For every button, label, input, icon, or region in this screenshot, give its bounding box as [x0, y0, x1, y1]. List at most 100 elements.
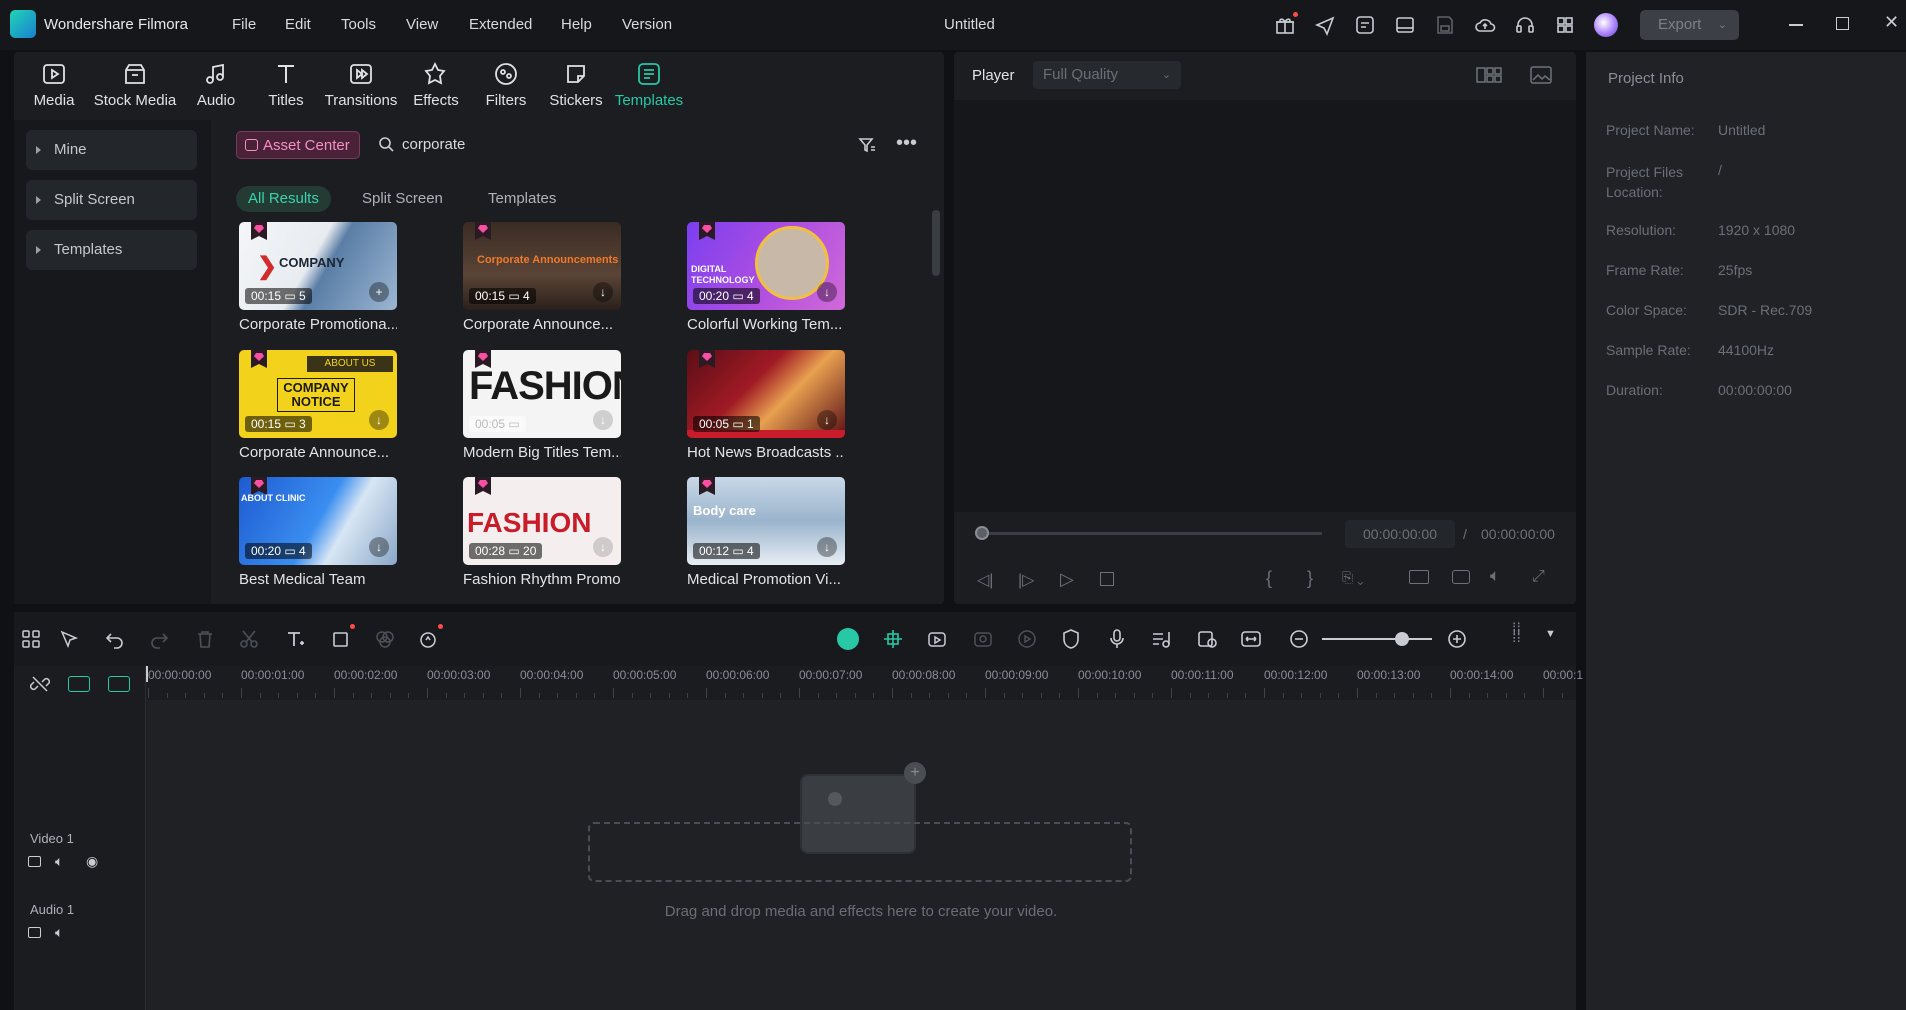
- lock-icon[interactable]: [28, 927, 41, 938]
- speed-icon[interactable]: [1016, 628, 1038, 650]
- color-icon[interactable]: [374, 628, 396, 650]
- tab-stock-media[interactable]: Stock Media: [93, 60, 177, 116]
- track-manager-icon[interactable]: [108, 676, 130, 692]
- download-icon[interactable]: ↓: [369, 537, 389, 557]
- send-icon[interactable]: [1314, 14, 1336, 36]
- asset-center-button[interactable]: Asset Center: [236, 131, 360, 159]
- template-card[interactable]: Body care 00:12 ▭ 4 ↓ Medical Promotion …: [687, 477, 845, 588]
- speaker-icon[interactable]: 🔈︎: [55, 853, 63, 870]
- tab-templates[interactable]: Templates: [612, 60, 686, 116]
- filter-icon[interactable]: [858, 136, 876, 154]
- menu-file[interactable]: File: [232, 16, 256, 33]
- scrollbar[interactable]: [932, 210, 940, 276]
- download-icon[interactable]: ↓: [593, 410, 613, 430]
- layout-grid-icon[interactable]: [20, 628, 42, 650]
- sidebar-item-split-screen[interactable]: Split Screen: [26, 180, 197, 220]
- snapshot-icon[interactable]: [1452, 570, 1470, 584]
- crop-icon[interactable]: [330, 628, 352, 650]
- sidebar-item-mine[interactable]: Mine: [26, 130, 197, 170]
- download-icon[interactable]: ↓: [817, 282, 837, 302]
- text-tool-icon[interactable]: [284, 628, 306, 650]
- drop-zone[interactable]: [588, 822, 1132, 882]
- current-timecode[interactable]: 00:00:00:00: [1345, 520, 1455, 548]
- template-card[interactable]: 00:05 ▭ 1 ↓ Hot News Broadcasts ...: [687, 350, 845, 461]
- search-input[interactable]: corporate: [402, 136, 465, 153]
- cloud-upload-icon[interactable]: [1474, 14, 1496, 36]
- undo-icon[interactable]: [104, 628, 126, 650]
- chevron-down-icon[interactable]: ▼: [1545, 628, 1556, 640]
- volume-icon[interactable]: 🔈︎: [1490, 566, 1500, 586]
- shield-icon[interactable]: [1060, 628, 1082, 650]
- select-tool-icon[interactable]: [58, 628, 80, 650]
- grid-view-icon[interactable]: [1476, 66, 1502, 84]
- menu-help[interactable]: Help: [561, 16, 592, 33]
- keyframe-icon[interactable]: [972, 628, 994, 650]
- sidebar-item-templates[interactable]: Templates: [26, 230, 197, 270]
- ai-tool-icon[interactable]: [418, 628, 440, 650]
- template-card[interactable]: Corporate Announcements 00:15 ▭ 4 ↓ Corp…: [463, 222, 621, 333]
- zoom-slider[interactable]: [1322, 638, 1432, 640]
- template-card[interactable]: ❯ COMPANY 00:15 ▭ 5 + Corporate Promotio…: [239, 222, 397, 333]
- unlink-icon[interactable]: [30, 674, 50, 694]
- audio-mix-icon[interactable]: [1150, 628, 1172, 650]
- minimize-icon[interactable]: [1789, 24, 1803, 26]
- marker-icon[interactable]: ⎘ ⌄: [1342, 569, 1364, 586]
- fit-icon[interactable]: [1240, 628, 1262, 650]
- motion-tracking-icon[interactable]: [926, 628, 948, 650]
- zoom-in-icon[interactable]: [1446, 628, 1468, 650]
- download-icon[interactable]: ↓: [593, 282, 613, 302]
- tab-media[interactable]: Media: [21, 60, 87, 116]
- fullscreen-icon[interactable]: ⤢: [1532, 568, 1545, 586]
- export-button[interactable]: Export ⌄: [1640, 10, 1739, 40]
- microphone-icon[interactable]: [1106, 628, 1128, 650]
- ai-robot-icon[interactable]: [837, 628, 859, 650]
- close-icon[interactable]: ✕: [1884, 12, 1899, 33]
- add-track-icon[interactable]: [68, 676, 90, 692]
- gift-icon[interactable]: [1274, 14, 1296, 36]
- zoom-slider-handle[interactable]: [1395, 632, 1409, 646]
- more-options-icon[interactable]: •••: [896, 132, 917, 155]
- play-icon[interactable]: ▷: [1060, 569, 1074, 590]
- zoom-out-icon[interactable]: [1288, 628, 1310, 650]
- delete-icon[interactable]: [194, 628, 216, 650]
- stop-icon[interactable]: [1100, 572, 1114, 586]
- save-icon[interactable]: [1434, 14, 1456, 36]
- add-icon[interactable]: +: [369, 282, 389, 302]
- filter-templates[interactable]: Templates: [476, 186, 568, 212]
- filter-all-results[interactable]: All Results: [236, 186, 331, 212]
- download-icon[interactable]: ↓: [369, 410, 389, 430]
- restore-icon[interactable]: [1836, 17, 1849, 30]
- menu-extended[interactable]: Extended: [469, 16, 532, 33]
- template-card[interactable]: FASHION 00:05 ▭ ↓ Modern Big Titles Tem.…: [463, 350, 621, 461]
- tab-titles[interactable]: Titles: [253, 60, 319, 116]
- scissors-icon[interactable]: [238, 628, 260, 650]
- avatar[interactable]: [1594, 13, 1618, 37]
- tab-stickers[interactable]: Stickers: [543, 60, 609, 116]
- menu-tools[interactable]: Tools: [341, 16, 376, 33]
- checklist-icon[interactable]: [1354, 14, 1376, 36]
- image-icon[interactable]: [1530, 66, 1552, 84]
- filter-split-screen[interactable]: Split Screen: [350, 186, 455, 212]
- speaker-icon[interactable]: 🔈︎: [55, 924, 63, 941]
- download-icon[interactable]: ↓: [593, 537, 613, 557]
- track-options-icon[interactable]: ⁞⁞ ⁞⁞: [1512, 622, 1521, 646]
- snapshot-tool-icon[interactable]: [1196, 628, 1218, 650]
- auto-reframe-icon[interactable]: [882, 628, 904, 650]
- tab-effects[interactable]: Effects: [403, 60, 469, 116]
- redo-icon[interactable]: [148, 628, 170, 650]
- prev-frame-icon[interactable]: ◁|: [977, 570, 993, 590]
- display-icon[interactable]: [1409, 570, 1429, 584]
- menu-edit[interactable]: Edit: [285, 16, 311, 33]
- scrub-handle[interactable]: [975, 526, 989, 540]
- download-icon[interactable]: ↓: [817, 537, 837, 557]
- template-card[interactable]: DIGITAL TECHNOLOGY 00:20 ▭ 4 ↓ Colorful …: [687, 222, 845, 333]
- download-icon[interactable]: ↓: [817, 410, 837, 430]
- menu-version[interactable]: Version: [622, 16, 672, 33]
- eye-icon[interactable]: ◉: [86, 853, 98, 870]
- headset-icon[interactable]: [1514, 14, 1536, 36]
- next-frame-icon[interactable]: |▷: [1018, 570, 1034, 590]
- lock-icon[interactable]: [28, 856, 41, 867]
- layout-icon[interactable]: [1394, 14, 1416, 36]
- tab-audio[interactable]: Audio: [183, 60, 249, 116]
- tab-filters[interactable]: Filters: [473, 60, 539, 116]
